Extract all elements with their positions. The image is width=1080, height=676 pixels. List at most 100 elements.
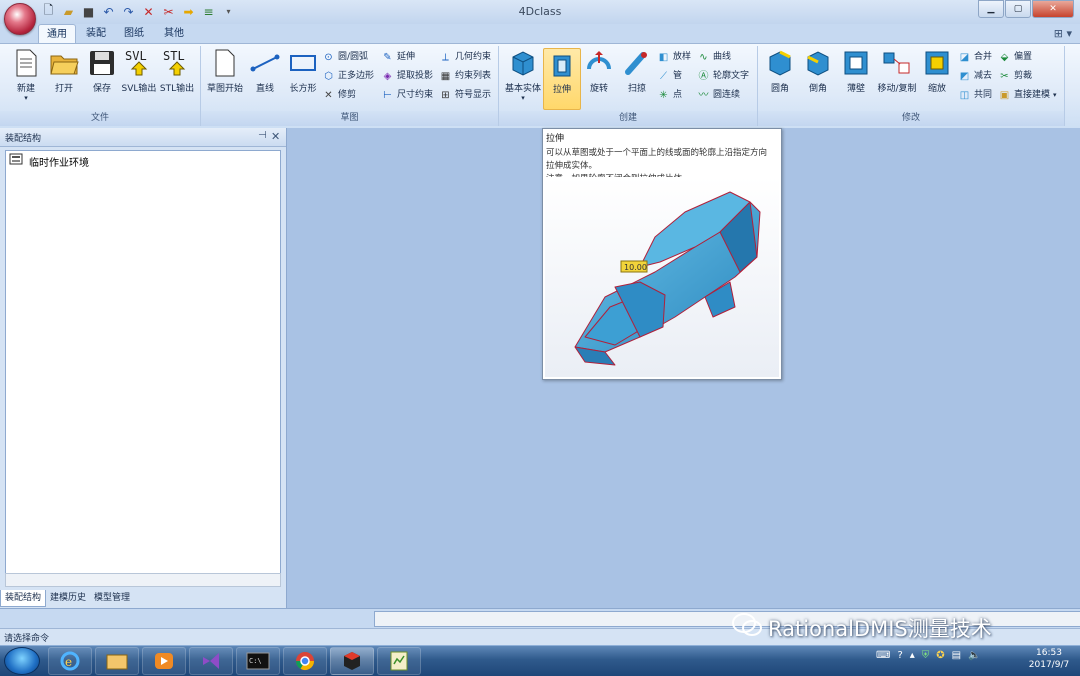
save-button[interactable]: 保存 — [82, 48, 122, 94]
tab-assembly-structure[interactable]: 装配结构 — [0, 590, 47, 607]
next-icon[interactable]: ➡ — [180, 3, 197, 20]
sweep-button[interactable]: 扫掠 — [617, 48, 657, 94]
extend-button[interactable]: ✎ 延伸 — [381, 49, 415, 66]
extend-icon: ✎ — [383, 52, 392, 63]
tab-model-management[interactable]: 模型管理 — [90, 590, 134, 606]
ie-browser-icon[interactable]: e — [48, 647, 92, 675]
open-label: 打开 — [54, 84, 73, 94]
line-button[interactable]: 直线 — [245, 48, 285, 94]
open-icon[interactable]: ▰ — [60, 3, 77, 20]
assembly-tree[interactable]: 临时作业环境 — [5, 150, 281, 575]
start-button[interactable] — [4, 647, 40, 675]
outline-text-button[interactable]: Ⓐ 轮廓文字 — [697, 68, 750, 85]
subtract-button[interactable]: ◩ 减去 — [958, 68, 992, 85]
shell-button[interactable]: 薄壁 — [836, 48, 876, 94]
tray-arrow-icon[interactable]: ▴ — [910, 650, 915, 661]
intersect-button[interactable]: ◫ 共同 — [958, 87, 992, 104]
stl-export-button[interactable]: STL STL输出 — [157, 48, 197, 94]
green-app-icon[interactable] — [377, 647, 421, 675]
qat-dropdown-icon[interactable]: ▾ — [220, 3, 237, 20]
direct-modeling-icon: ▣ — [999, 90, 1010, 101]
pin-icon[interactable]: ⊣ — [258, 130, 267, 141]
polygon-button[interactable]: ⬡ 正多边形 — [322, 68, 374, 85]
new-icon[interactable]: 🗋 — [40, 3, 57, 20]
scale-icon — [922, 48, 952, 78]
pipe-button[interactable]: ⟋ 管 — [657, 68, 682, 85]
constraint-list-button[interactable]: ▦ 约束列表 — [439, 68, 491, 85]
chrome-icon[interactable] — [283, 647, 327, 675]
panel-close-icon[interactable]: ✕ — [271, 130, 280, 143]
revolve-button[interactable]: 旋转 — [579, 48, 619, 94]
circle-arc-label: 圆/圆弧 — [338, 52, 369, 62]
loft-button[interactable]: ◧ 放样 — [657, 49, 691, 66]
offset-button[interactable]: ⬙ 偏置 — [998, 49, 1032, 66]
clip-icon: ✂ — [1000, 71, 1009, 82]
direct-modeling-button[interactable]: ▣ 直接建模 ▾ — [998, 87, 1057, 104]
tray-app-icon[interactable]: ✪ — [936, 650, 944, 661]
undo-icon[interactable]: ↶ — [100, 3, 117, 20]
delete-icon[interactable]: ✕ — [140, 3, 157, 20]
settings-icon[interactable]: ≡ — [200, 3, 217, 20]
circle-arc-button[interactable]: ⊙ 圆/圆弧 — [322, 49, 368, 66]
tab-other[interactable]: 其他 — [156, 24, 192, 44]
trim-label: 修剪 — [338, 90, 357, 100]
curve-button[interactable]: ∿ 曲线 — [697, 49, 731, 66]
network-icon[interactable]: ▤ — [952, 650, 961, 661]
curve-label: 曲线 — [713, 52, 732, 62]
dimension-constraint-button[interactable]: ⊢ 尺寸约束 — [381, 87, 433, 104]
continuous-circle-label: 圆连续 — [713, 90, 741, 100]
group-label-modify: 修改 — [758, 111, 1064, 126]
shield-icon[interactable]: ⛨ — [922, 650, 930, 661]
open-button[interactable]: 打开 — [44, 48, 84, 94]
maximize-button[interactable]: ▢ — [1005, 0, 1031, 18]
file-explorer-icon[interactable] — [95, 647, 139, 675]
horizontal-scrollbar[interactable] — [5, 573, 281, 587]
new-button[interactable]: 新建 ▾ — [6, 48, 46, 102]
ribbon-options-icon[interactable]: ⊞ ▾ — [1054, 27, 1072, 40]
fillet-button[interactable]: 圆角 — [760, 48, 800, 94]
tab-assembly[interactable]: 装配 — [78, 24, 114, 44]
cut-icon[interactable]: ✂ — [160, 3, 177, 20]
rectangle-button[interactable]: 长方形 — [283, 48, 323, 94]
union-button[interactable]: ◪ 合并 — [958, 49, 992, 66]
tree-item[interactable]: 临时作业环境 — [9, 153, 89, 169]
extrude-button[interactable]: 拉伸 — [543, 48, 581, 110]
chamfer-button[interactable]: 倒角 — [798, 48, 838, 94]
save-icon[interactable]: ■ — [80, 3, 97, 20]
move-copy-button[interactable]: 移动/复制 — [874, 48, 920, 94]
extract-projection-button[interactable]: ◈ 提取投影 — [381, 68, 433, 85]
close-button[interactable]: ✕ — [1032, 0, 1074, 18]
watermark-text: RationalDMIS测量技术 — [768, 616, 992, 641]
basic-solid-button[interactable]: 基本实体 ▾ — [501, 48, 545, 102]
redo-icon[interactable]: ↷ — [120, 3, 137, 20]
symbol-display-button[interactable]: ⊞ 符号显示 — [439, 87, 491, 104]
geometric-constraint-button[interactable]: ⟂ 几何约束 — [439, 49, 491, 66]
polygon-icon: ⬡ — [324, 71, 333, 82]
tab-general[interactable]: 通用 — [38, 24, 76, 45]
svl-export-button[interactable]: SVL SVL输出 — [119, 48, 159, 94]
cad-app-icon[interactable] — [330, 647, 374, 675]
media-player-icon[interactable] — [142, 647, 186, 675]
minimize-button[interactable]: ▁ — [978, 0, 1004, 18]
keyboard-icon[interactable]: ⌨ — [876, 650, 890, 661]
sweep-icon — [622, 48, 652, 78]
help-icon[interactable]: ? — [897, 650, 902, 661]
group-label-sketch: 草图 — [201, 111, 498, 126]
cube-icon — [508, 48, 538, 78]
continuous-circle-button[interactable]: 〰圆连续 — [697, 87, 741, 104]
clip-button[interactable]: ✂ 剪裁 — [998, 68, 1032, 85]
volume-icon[interactable]: 🔈 — [968, 650, 980, 661]
line-label: 直线 — [255, 84, 274, 94]
point-button[interactable]: ✳ 点 — [657, 87, 682, 104]
clock[interactable]: 16:53 2017/9/7 — [1022, 647, 1076, 671]
extrude-preview-image: 10.00 — [545, 177, 779, 377]
trim-button[interactable]: ✕ 修剪 — [322, 87, 356, 104]
tab-modeling-history[interactable]: 建模历史 — [46, 590, 90, 606]
app-logo-icon[interactable] — [4, 3, 36, 35]
tab-drawing[interactable]: 图纸 — [116, 24, 152, 44]
point-label: 点 — [673, 90, 683, 100]
sketch-start-button[interactable]: 草图开始 — [203, 48, 247, 94]
scale-button[interactable]: 缩放 — [917, 48, 957, 94]
command-prompt-icon[interactable]: C:\ — [236, 647, 280, 675]
visual-studio-icon[interactable] — [189, 647, 233, 675]
